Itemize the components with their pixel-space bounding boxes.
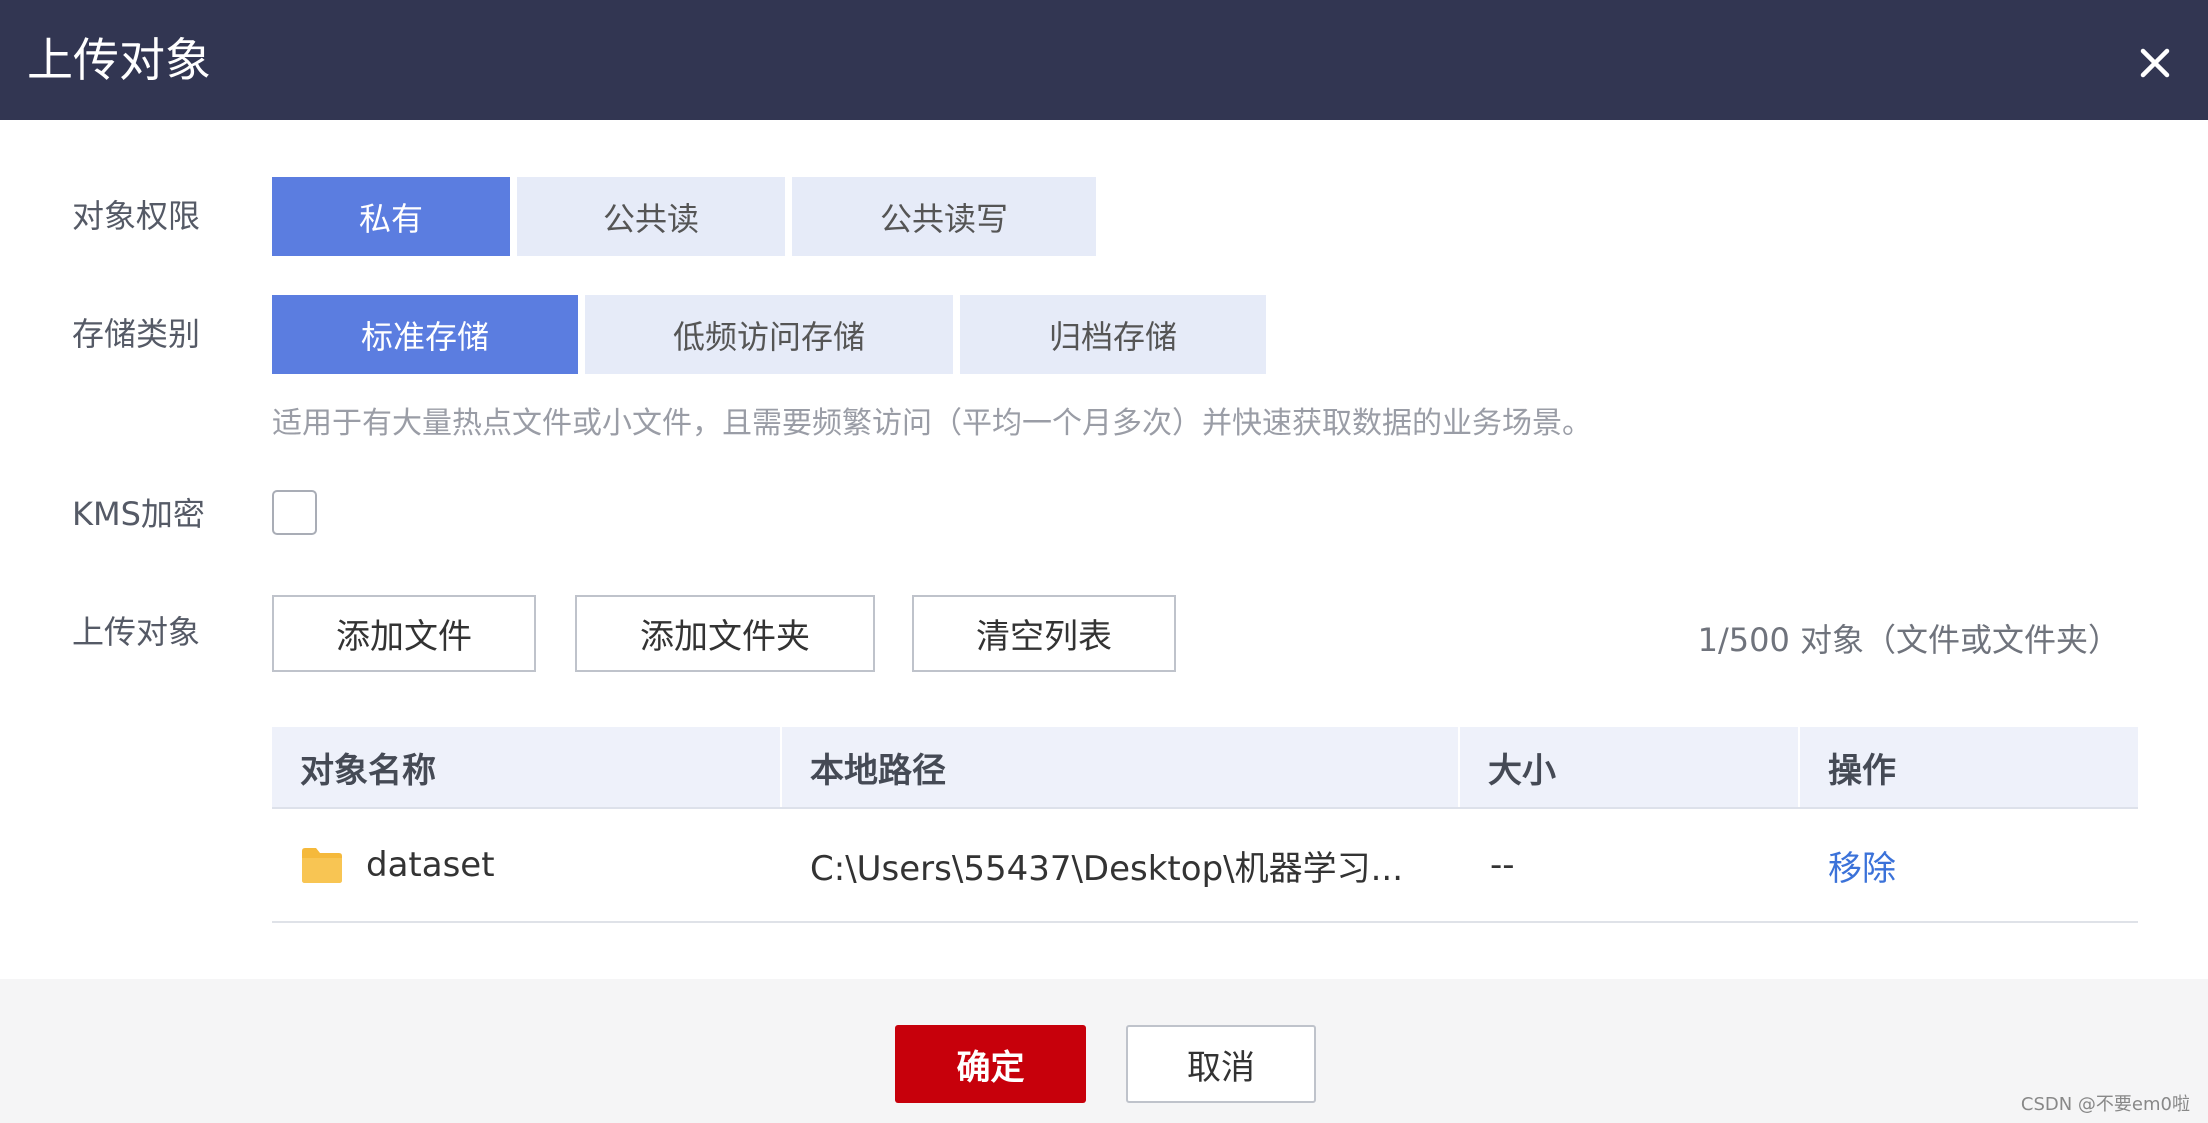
column-header-name: 对象名称: [272, 727, 782, 807]
storage-option-infrequent[interactable]: 低频访问存储: [585, 295, 953, 374]
object-count: 1/500 对象（文件或文件夹）: [1697, 621, 2120, 659]
permission-option-private[interactable]: 私有: [272, 177, 510, 256]
column-header-size: 大小: [1460, 727, 1800, 807]
folder-icon: [300, 845, 344, 885]
confirm-button[interactable]: 确定: [895, 1025, 1086, 1103]
column-header-action: 操作: [1828, 750, 1896, 791]
add-folder-button[interactable]: 添加文件夹: [575, 595, 875, 672]
upload-label: 上传对象: [72, 613, 201, 651]
dialog-header: 上传对象: [0, 0, 2208, 120]
close-icon[interactable]: [2130, 38, 2180, 88]
storage-class-label: 存储类别: [72, 315, 201, 353]
storage-option-standard[interactable]: 标准存储: [272, 295, 578, 374]
dialog-footer: [0, 979, 2208, 1123]
cancel-button[interactable]: 取消: [1126, 1025, 1316, 1103]
storage-option-archive[interactable]: 归档存储: [960, 295, 1266, 374]
row-path-cell: C:\Users\55437\Desktop\机器学习...: [810, 848, 1404, 889]
table-row: dataset C:\Users\55437\Desktop\机器学习... -…: [272, 809, 2138, 923]
dialog-title: 上传对象: [27, 33, 211, 87]
permission-label: 对象权限: [72, 197, 201, 235]
column-header-path: 本地路径: [782, 727, 1460, 807]
storage-class-description: 适用于有大量热点文件或小文件，且需要频繁访问（平均一个月多次）并快速获取数据的业…: [272, 406, 1592, 441]
add-file-button[interactable]: 添加文件: [272, 595, 536, 672]
permission-option-public-read[interactable]: 公共读: [517, 177, 785, 256]
kms-checkbox[interactable]: [272, 490, 317, 535]
remove-link[interactable]: 移除: [1828, 809, 2028, 921]
permission-option-public-read-write[interactable]: 公共读写: [792, 177, 1096, 256]
row-name-cell: dataset: [300, 809, 770, 921]
row-name-text: dataset: [366, 845, 495, 885]
kms-label: KMS加密: [72, 495, 205, 533]
table-header: 对象名称 本地路径 大小 操作: [272, 727, 2138, 809]
row-size-cell: --: [1490, 845, 1515, 885]
clear-list-button[interactable]: 清空列表: [912, 595, 1176, 672]
watermark: CSDN @不要em0啦: [2020, 1094, 2190, 1115]
